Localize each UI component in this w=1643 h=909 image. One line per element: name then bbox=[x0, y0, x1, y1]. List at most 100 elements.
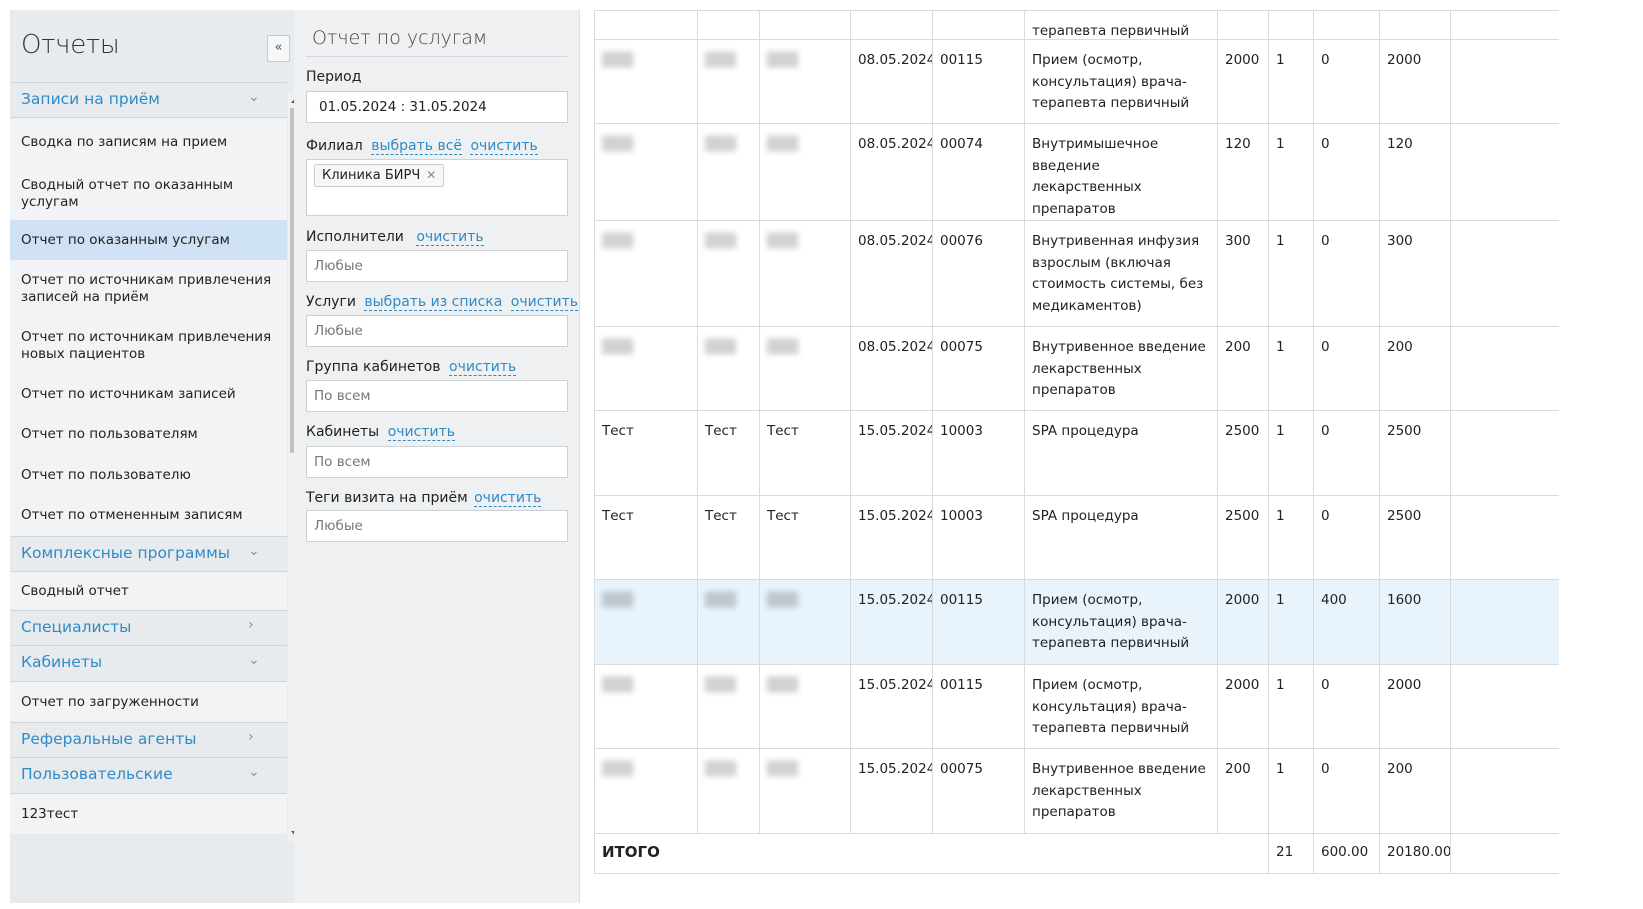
branch-multiselect[interactable]: Клиника БИРЧ ✕ bbox=[306, 159, 568, 216]
redacted-text: ███ bbox=[602, 761, 634, 777]
cabinets-clear-link[interactable]: очистить bbox=[387, 424, 455, 441]
visit-tags-select[interactable]: Любые bbox=[306, 510, 568, 542]
sidebar-group-referral[interactable]: Реферальные агенты › bbox=[10, 722, 287, 758]
department-cell: ███ bbox=[759, 664, 851, 749]
code-cell: 00075 bbox=[932, 326, 1025, 411]
sidebar-item-services-report[interactable]: Отчет по оказанным услугам bbox=[10, 220, 287, 260]
date-cell: 15.05.2024 bbox=[850, 579, 933, 665]
sidebar-group-cabinets[interactable]: Кабинеты ⌄ bbox=[10, 646, 287, 682]
service-cell: Прием (осмотр, консультация) врача-терап… bbox=[1024, 664, 1218, 749]
sidebar-group-specialists[interactable]: Специалисты › bbox=[10, 610, 287, 646]
table-row[interactable]: Тест Тест Тест 15.05.2024 10003 SPA процедура… bbox=[594, 410, 1559, 496]
table-row[interactable]: Тест Тест Тест 15.05.2024 10003 SPA процедура… bbox=[594, 495, 1559, 580]
total-row: ИТОГО 21 600.00 20180.00 bbox=[594, 833, 1559, 874]
table-row[interactable]: ███ ███ ███ 15.05.2024 00075 Внутривенное вве… bbox=[594, 748, 1559, 834]
sidebar-item-sources-patients[interactable]: Отчет по источникам привлечения новых па… bbox=[10, 317, 287, 374]
doctor-cell: ███ bbox=[697, 123, 760, 221]
table-row[interactable]: ███ ███ ███ 08.05.2024 00115 Прием (осмотр, к… bbox=[594, 39, 1559, 124]
doctor-cell: ███ bbox=[697, 579, 760, 665]
table-row[interactable]: ███ ███ ███ 08.05.2024 00074 Внутримышечное в… bbox=[594, 123, 1559, 221]
sidebar-item-summary-appointments[interactable]: Сводка по записям на прием bbox=[10, 118, 287, 167]
group-label: Реферальные агенты bbox=[21, 730, 197, 748]
group-label: Комплексные программы bbox=[21, 544, 231, 562]
sidebar-group-complex[interactable]: Комплексные программы ⌄ bbox=[10, 536, 287, 572]
extra-cell bbox=[1450, 748, 1559, 834]
sidebar-item-sources-records[interactable]: Отчет по источникам записей bbox=[10, 374, 287, 414]
sidebar-item-by-users[interactable]: Отчет по пользователям bbox=[10, 414, 287, 455]
sidebar-item-load-report[interactable]: Отчет по загруженности bbox=[10, 682, 287, 722]
reports-sidebar: Отчеты « Записи на приём ⌄ Сводка по зап… bbox=[10, 10, 307, 903]
patient-cell: ███ bbox=[594, 664, 698, 749]
sidebar-item-summary-report[interactable]: Сводный отчет bbox=[10, 572, 287, 610]
qty-cell: 1 bbox=[1268, 748, 1314, 834]
department-cell: ███ bbox=[759, 39, 851, 124]
sum-cell: 1600 bbox=[1379, 579, 1451, 665]
discount-cell: 0 bbox=[1313, 495, 1380, 580]
services-clear-link[interactable]: очистить bbox=[510, 294, 579, 311]
sidebar-item-custom-1[interactable]: 123тест bbox=[10, 794, 287, 834]
tags-clear-link[interactable]: очистить bbox=[474, 490, 542, 507]
cabinet-group-select[interactable]: По всем bbox=[306, 380, 568, 412]
collapse-sidebar-button[interactable]: « bbox=[267, 35, 290, 62]
period-date-range-input[interactable]: 01.05.2024 : 31.05.2024 bbox=[306, 91, 568, 123]
sidebar-item-summary-services[interactable]: Сводный отчет по оказанным услугам bbox=[10, 167, 287, 220]
sidebar-item-sources-appointments[interactable]: Отчет по источникам привлечения записей … bbox=[10, 260, 287, 317]
branch-select-all-link[interactable]: выбрать всё bbox=[371, 138, 463, 155]
department-cell: ███ bbox=[759, 123, 851, 221]
service-cell: Внутривенная инфузия взрослым (включая с… bbox=[1024, 220, 1218, 327]
branch-chip-label: Клиника БИРЧ bbox=[322, 168, 421, 183]
redacted-text: ███ bbox=[602, 233, 634, 249]
period-label: Период bbox=[306, 69, 362, 85]
date-cell: 08.05.2024 bbox=[850, 326, 933, 411]
sidebar-group-appointments[interactable]: Записи на приём ⌄ bbox=[10, 82, 287, 118]
executors-label-row: Исполнители очистить bbox=[306, 229, 484, 246]
executors-label: Исполнители bbox=[306, 229, 404, 245]
table-row[interactable]: ███ ███ ███ 08.05.2024 00075 Внутривенное вве… bbox=[594, 326, 1559, 411]
patient-cell: ███ bbox=[594, 748, 698, 834]
sidebar-item-label: Сводка по записям на прием bbox=[21, 134, 228, 150]
sidebar-group-custom[interactable]: Пользовательские ⌄ bbox=[10, 758, 287, 794]
code-cell: 10003 bbox=[932, 410, 1025, 496]
sidebar-item-label: Отчет по пользователю bbox=[21, 466, 191, 483]
sidebar-item-label: Отчет по пользователям bbox=[21, 426, 198, 442]
cabinets-select[interactable]: По всем bbox=[306, 446, 568, 478]
doctor-cell: ███ bbox=[697, 748, 760, 834]
price-cell: 2500 bbox=[1217, 410, 1269, 496]
extra-cell bbox=[1450, 39, 1559, 124]
remove-chip-icon[interactable]: ✕ bbox=[426, 168, 436, 182]
qty-cell: 1 bbox=[1268, 495, 1314, 580]
sidebar-item-by-user[interactable]: Отчет по пользователю bbox=[10, 455, 287, 495]
qty-cell: 1 bbox=[1268, 579, 1314, 665]
doctor-cell: Тест bbox=[697, 410, 760, 496]
services-select-from-list-link[interactable]: выбрать из списка bbox=[364, 294, 503, 311]
cabinet-group-clear-link[interactable]: очистить bbox=[449, 359, 517, 376]
executors-select[interactable]: Любые bbox=[306, 250, 568, 282]
table-row[interactable]: ███ ███ ███ 15.05.2024 00115 Прием (осмотр, к… bbox=[594, 664, 1559, 749]
date-cell: 15.05.2024 bbox=[850, 748, 933, 834]
price-cell: 2500 bbox=[1217, 495, 1269, 580]
branch-clear-link[interactable]: очистить bbox=[470, 138, 538, 155]
qty-cell: 1 bbox=[1268, 410, 1314, 496]
doctor-cell: ███ bbox=[697, 664, 760, 749]
table-row[interactable]: ███ ███ ███ 15.05.2024 00115 Прием (осмотр, к… bbox=[594, 579, 1559, 665]
table-row[interactable]: ███ ███ ███ 08.05.2024 00076 Внутривенная инф… bbox=[594, 220, 1559, 327]
sum-cell: 2000 bbox=[1379, 664, 1451, 749]
redacted-text: ███ bbox=[705, 233, 737, 249]
group-label: Специалисты bbox=[21, 618, 132, 636]
date-cell: 08.05.2024 bbox=[850, 39, 933, 124]
service-cell: Внутривенное введение лекарственных преп… bbox=[1024, 326, 1218, 411]
code-cell: 00115 bbox=[932, 664, 1025, 749]
sidebar-title: Отчеты bbox=[21, 30, 120, 60]
date-cell: 15.05.2024 bbox=[850, 664, 933, 749]
services-select[interactable]: Любые bbox=[306, 315, 568, 347]
department-cell: ███ bbox=[759, 579, 851, 665]
discount-cell: 0 bbox=[1313, 326, 1380, 411]
sidebar-item-cancelled[interactable]: Отчет по отмененным записям bbox=[10, 495, 287, 536]
sidebar-item-label: Отчет по источникам записей bbox=[21, 385, 236, 402]
redacted-text: ███ bbox=[705, 677, 737, 693]
table-row-partial: терапевта первичный bbox=[594, 10, 1559, 40]
doctor-cell: ███ bbox=[697, 39, 760, 124]
executors-clear-link[interactable]: очистить bbox=[416, 229, 484, 246]
date-cell: 08.05.2024 bbox=[850, 220, 933, 327]
total-extra bbox=[1450, 833, 1559, 874]
